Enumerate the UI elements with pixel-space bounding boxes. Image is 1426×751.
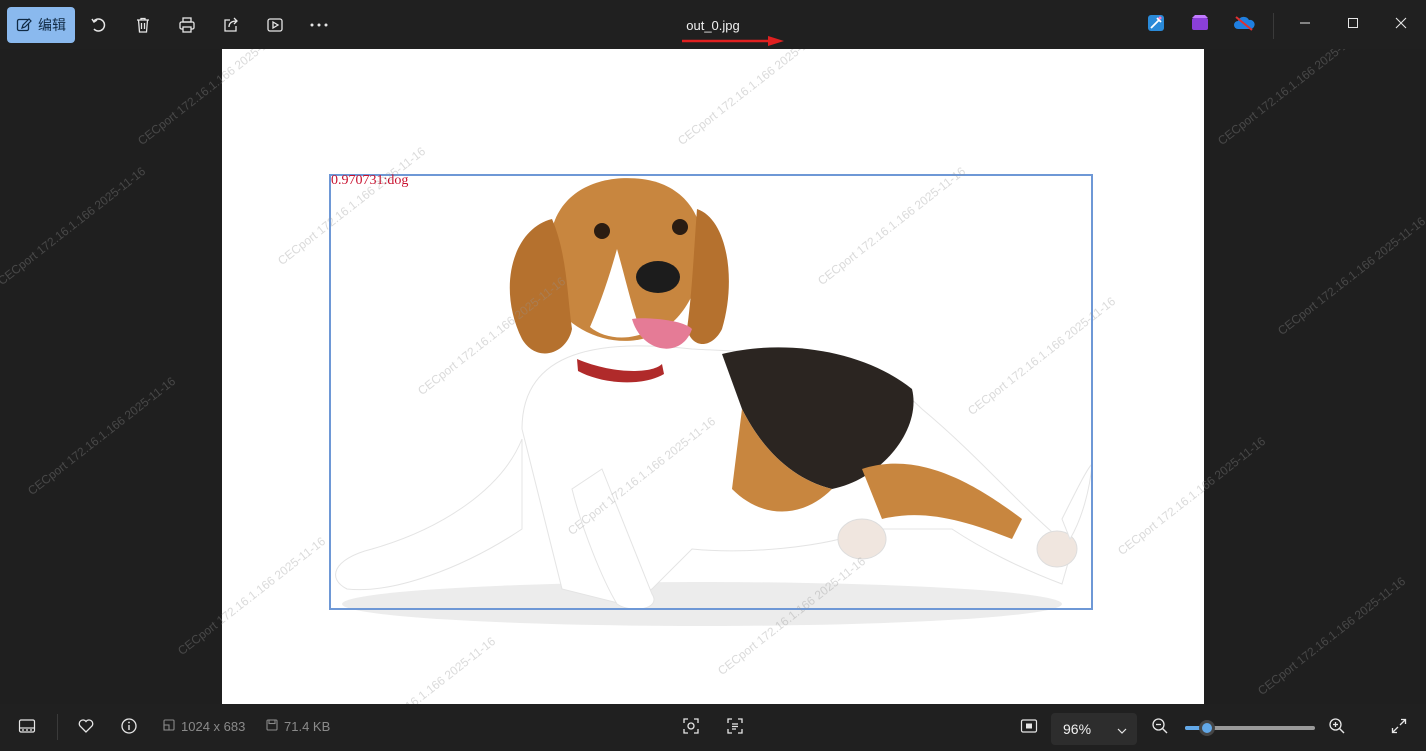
onedrive-button[interactable]	[1229, 10, 1259, 40]
clipchamp-icon	[1191, 14, 1209, 37]
filmstrip-icon	[18, 718, 36, 739]
fullscreen-button[interactable]	[1387, 716, 1411, 740]
designer-button[interactable]	[1141, 10, 1171, 40]
info-icon	[120, 717, 138, 740]
title-bar: 编辑 out_0.jpg	[0, 0, 1426, 49]
zoom-out-button[interactable]	[1148, 716, 1172, 740]
visual-search-icon	[682, 717, 700, 740]
visual-search-button[interactable]	[679, 716, 703, 740]
zoom-dropdown[interactable]: 96%	[1051, 713, 1137, 745]
maximize-button[interactable]	[1338, 10, 1368, 40]
filmstrip-button[interactable]	[15, 716, 39, 740]
designer-icon	[1147, 14, 1165, 37]
maximize-icon	[1347, 16, 1359, 34]
red-arrow-annotation	[682, 36, 784, 46]
favorite-button[interactable]	[74, 716, 98, 740]
file-size-text: 71.4 KB	[284, 719, 331, 734]
scan-text-button[interactable]	[723, 716, 747, 740]
image-viewer-canvas[interactable]: 0.970731:dog	[0, 49, 1426, 704]
zoom-in-icon	[1328, 717, 1346, 740]
onedrive-icon	[1233, 15, 1255, 36]
divider	[57, 714, 58, 740]
divider	[1273, 13, 1274, 39]
zoom-slider[interactable]	[1185, 720, 1315, 736]
expand-icon	[1391, 718, 1407, 739]
photo: 0.970731:dog	[222, 49, 1204, 704]
zoom-out-icon	[1151, 717, 1169, 740]
clipchamp-button[interactable]	[1185, 10, 1215, 40]
close-icon	[1395, 16, 1407, 34]
minimize-button[interactable]	[1290, 10, 1320, 40]
zoom-in-button[interactable]	[1325, 716, 1349, 740]
zoom-value: 96%	[1063, 721, 1092, 737]
file-size: 71.4 KB	[266, 719, 330, 734]
zoom-slider-handle[interactable]	[1199, 720, 1216, 736]
chevron-down-icon	[1117, 721, 1127, 737]
minimize-icon	[1299, 16, 1311, 34]
detection-label: 0.970731:dog	[331, 173, 409, 188]
heart-icon	[77, 718, 95, 739]
close-button[interactable]	[1386, 10, 1416, 40]
resolution-icon	[163, 719, 175, 734]
save-icon	[266, 719, 278, 734]
image-dimensions: 1024 x 683	[163, 719, 245, 734]
file-info-button[interactable]	[117, 716, 141, 740]
detection-bounding-box	[329, 174, 1093, 610]
dimensions-text: 1024 x 683	[181, 719, 246, 734]
fit-to-window-icon	[1020, 718, 1038, 739]
status-bar: 1024 x 683 71.4 KB 96%	[0, 704, 1426, 751]
scan-text-icon	[726, 717, 744, 740]
actual-size-button[interactable]	[1017, 716, 1041, 740]
